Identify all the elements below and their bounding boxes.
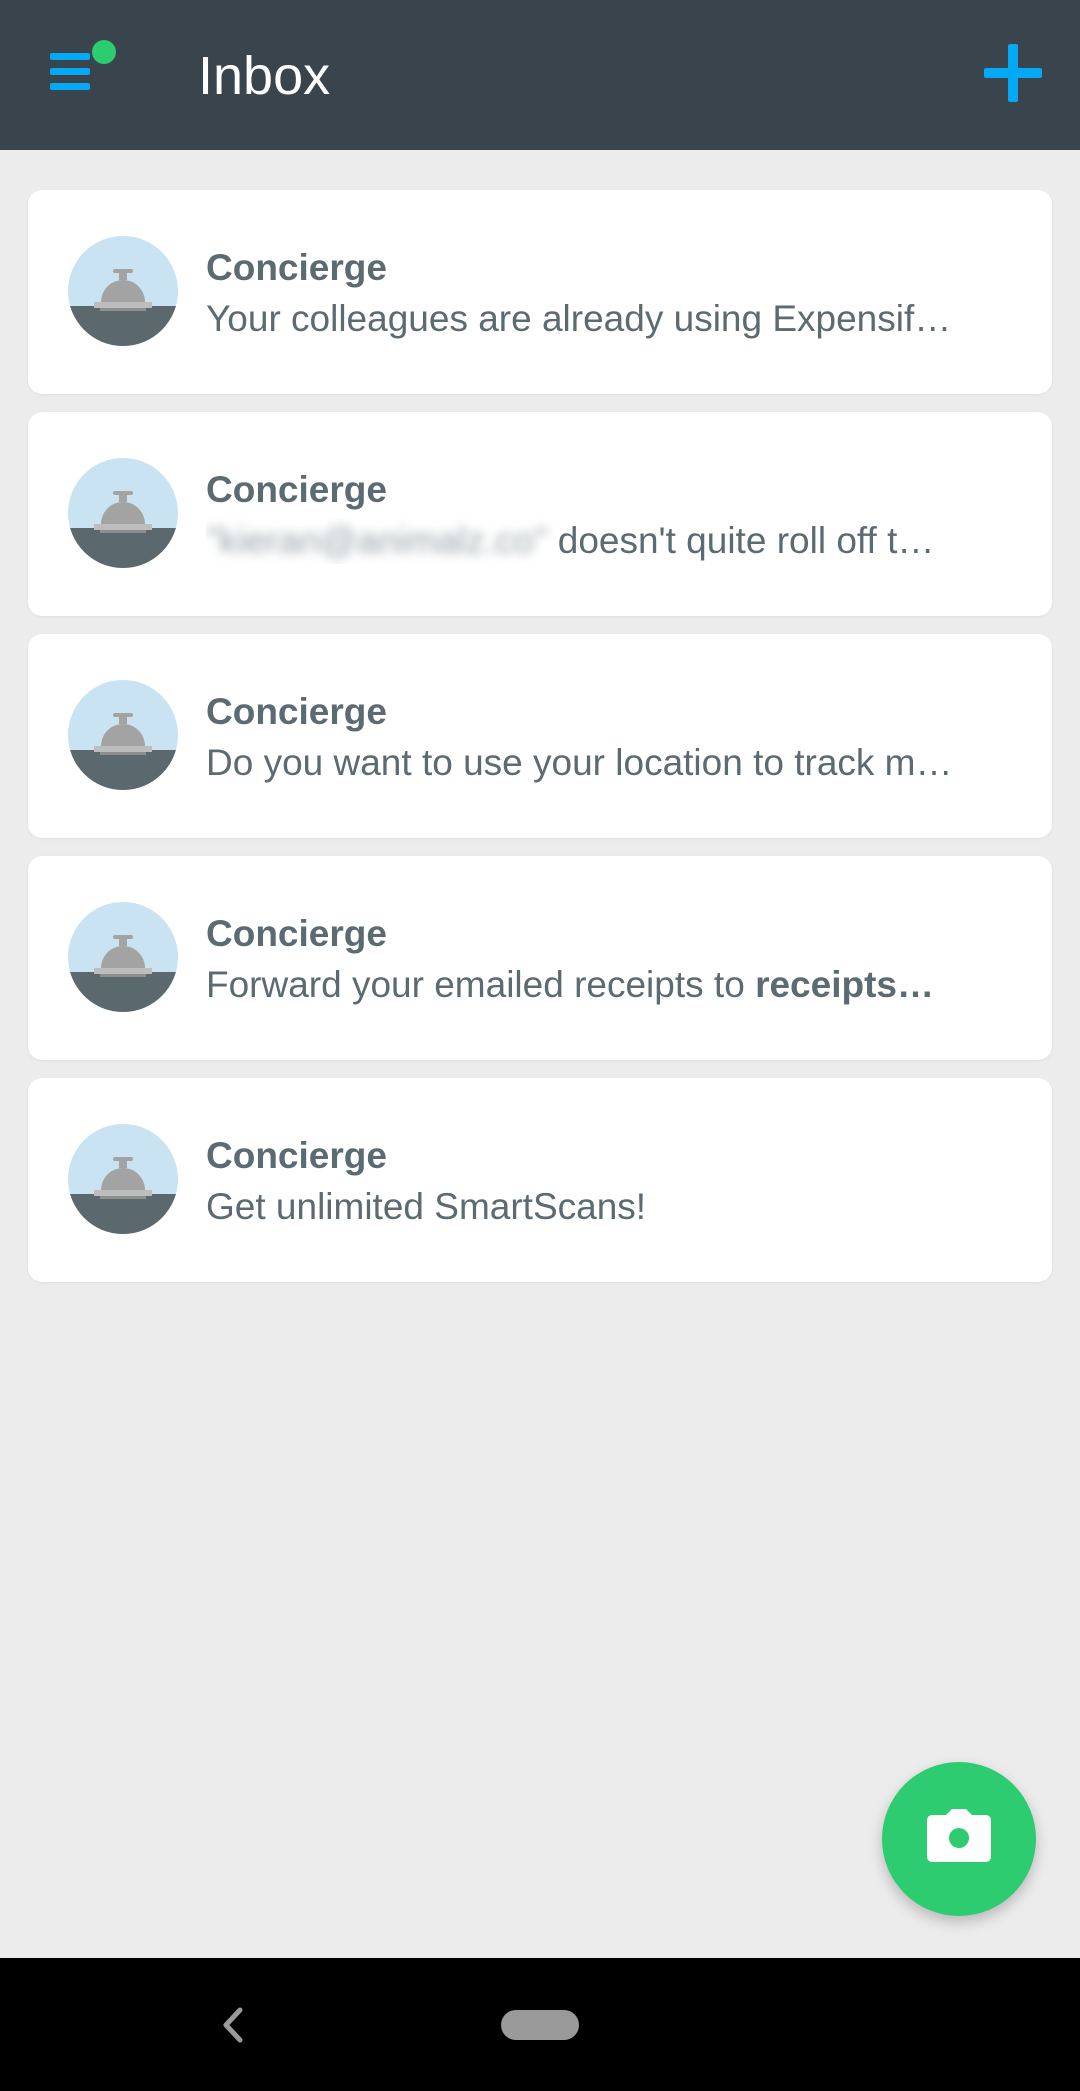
preview-text: Forward your emailed receipts to [206,964,756,1005]
conversation-sender: Concierge [206,469,387,510]
conversation-item[interactable]: Concierge "kieran@animalz.co" doesn't qu… [28,412,1052,616]
camera-icon [927,1809,991,1862]
conversation-item[interactable]: Concierge Forward your emailed receipts … [28,856,1052,1060]
conversation-sender: Concierge [206,247,387,288]
conversation-sender: Concierge [206,691,387,732]
preview-text: Get unlimited SmartScans! [206,1186,647,1227]
plus-icon [984,44,1042,102]
scan-receipt-button[interactable] [882,1762,1036,1916]
preview-text: doesn't quite roll off t… [547,520,935,561]
concierge-bell-avatar-icon [68,236,178,346]
concierge-bell-avatar-icon [68,902,178,1012]
conversation-item[interactable]: Concierge Get unlimited SmartScans! [28,1078,1052,1282]
conversation-preview: Forward your emailed receipts to receipt… [206,962,1016,1008]
menu-button[interactable] [38,32,128,118]
concierge-bell-avatar-icon [68,1124,178,1234]
conversation-preview: Get unlimited SmartScans! [206,1184,1016,1230]
home-pill-icon[interactable] [501,2010,579,2040]
conversation-item[interactable]: Concierge Your colleagues are already us… [28,190,1052,394]
conversation-sender: Concierge [206,913,387,954]
preview-bold-text: receipts… [755,964,934,1005]
notification-dot-icon [92,40,116,64]
conversation-sender: Concierge [206,1135,387,1176]
page-title: Inbox [198,46,331,106]
system-navigation-bar [0,1958,1080,2091]
new-chat-button[interactable] [976,36,1050,110]
concierge-bell-avatar-icon [68,680,178,790]
conversation-list: Concierge Your colleagues are already us… [28,190,1052,1300]
conversation-preview: "kieran@animalz.co" doesn't quite roll o… [206,518,1016,564]
redacted-email: "kieran@animalz.co" [206,520,548,561]
preview-text: Your colleagues are already using Expens… [206,298,952,339]
menu-icon [50,40,116,90]
app-header: Inbox [0,0,1080,150]
conversation-preview: Your colleagues are already using Expens… [206,296,1016,342]
back-chevron-icon[interactable] [214,2000,254,2050]
concierge-bell-avatar-icon [68,458,178,568]
preview-text: Do you want to use your location to trac… [206,742,953,783]
conversation-preview: Do you want to use your location to trac… [206,740,1016,786]
conversation-item[interactable]: Concierge Do you want to use your locati… [28,634,1052,838]
